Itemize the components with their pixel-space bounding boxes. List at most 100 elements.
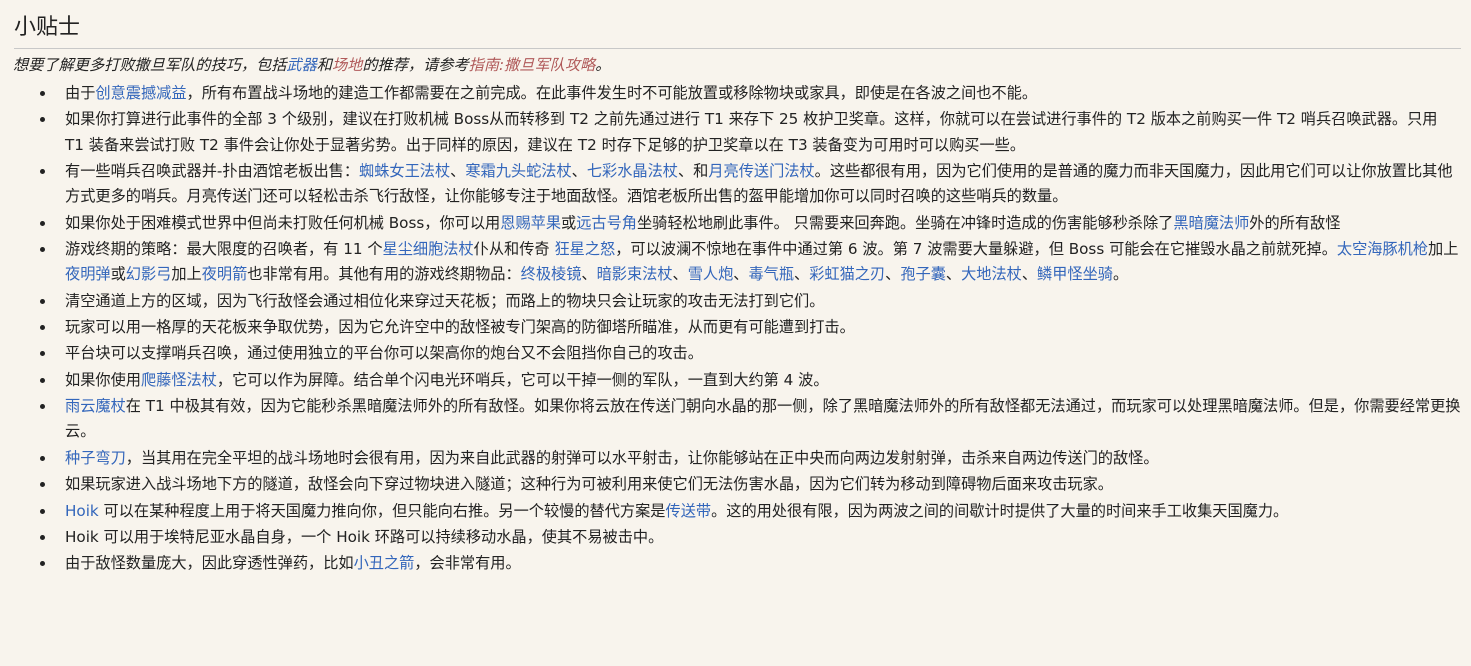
tip-link[interactable]: 恩赐苹果 [500, 214, 561, 232]
tip-item: 由于创意震撼减益，所有布置战斗场地的建造工作都需要在之前完成。在此事件发生时不可… [13, 81, 1461, 106]
hatnote-middle: 的推荐，请参考 [362, 56, 469, 74]
tip-text: 、 [1021, 265, 1037, 284]
tip-link[interactable]: 七彩水晶法杖 [587, 162, 678, 180]
tip-link[interactable]: 幻影弓 [126, 265, 172, 283]
tip-link[interactable]: 孢子囊 [900, 265, 946, 283]
tip-text: 加上 [171, 265, 202, 284]
tip-link[interactable]: 彩虹猫之刃 [809, 265, 885, 283]
tip-text: 由于敌怪数量庞大，因此穿透性弹药，比如 [65, 554, 354, 573]
tip-text: 可以在某种程度上用于将天国魔力推向你，但只能向右推。另一个较慢的替代方案是 [98, 501, 666, 520]
tip-text: 如果你使用 [65, 370, 141, 389]
tip-link[interactable]: 夜明弹 [65, 265, 111, 283]
tip-text: 平台块可以支撑哨兵召唤，通过使用独立的平台你可以架高你的炮台又不会阻挡你自己的攻… [65, 344, 703, 363]
bullet-icon [40, 534, 45, 540]
tip-text: 如果你打算进行此事件的全部 3 个级别，建议在打败机械 Boss从而转移到 T2… [65, 110, 1438, 154]
tip-text: ，它可以作为屏障。结合单个闪电光环哨兵，它可以干掉一侧的军队，一直到大约第 4 … [216, 370, 829, 389]
tip-link[interactable]: 远古号角 [576, 214, 637, 232]
tip-text: 有一些哨兵召唤武器并-扑由酒馆老板出售： [65, 161, 360, 180]
bullet-icon [40, 508, 45, 514]
hatnote: 想要了解更多打败撒旦军队的技巧，包括武器和场地的推荐，请参考指南:撒旦军队攻略。 [13, 53, 1461, 77]
tip-item: 清空通道上方的区域，因为飞行敌怪会通过相位化来穿过天花板；而路上的物块只会让玩家… [13, 289, 1461, 314]
bullet-icon [40, 324, 45, 330]
tip-link[interactable]: 星尘细胞法杖 [383, 240, 474, 258]
tip-text: 如果你处于困难模式世界中但尚未打败任何机械 Boss，你可以用 [65, 213, 501, 232]
tip-text: 由于 [65, 84, 96, 102]
tip-item: Hoik 可以用于埃特尼亚水晶自身，一个 Hoik 环路可以持续移动水晶，使其不… [13, 525, 1461, 550]
tip-item: Hoik 可以在某种程度上用于将天国魔力推向你，但只能向右推。另一个较慢的替代方… [13, 499, 1461, 524]
tip-text: ，当其用在完全平坦的战斗场地时会很有用，因为来自此武器的射弹可以水平射击，让你能… [125, 448, 1159, 467]
tip-text: Hoik 可以用于埃特尼亚水晶自身，一个 Hoik 环路可以持续移动水晶，使其不… [65, 527, 664, 546]
tip-item: 平台块可以支撑哨兵召唤，通过使用独立的平台你可以架高你的炮台又不会阻挡你自己的攻… [13, 341, 1461, 366]
tip-text: 外的所有敌怪 [1249, 213, 1341, 232]
tip-link[interactable]: 终极棱镜 [521, 265, 582, 283]
hatnote-suffix: 。 [595, 56, 611, 74]
tip-text: 、 [733, 265, 749, 284]
tip-item: 如果你打算进行此事件的全部 3 个级别，建议在打败机械 Boss从而转移到 T2… [13, 107, 1461, 157]
bullet-icon [40, 482, 45, 488]
tip-text: 、 [450, 161, 466, 180]
tip-link[interactable]: 小丑之箭 [354, 554, 415, 572]
tip-text: 清空通道上方的区域，因为飞行敌怪会通过相位化来穿过天花板；而路上的物块只会让玩家… [65, 291, 825, 310]
tip-link[interactable]: Hoik [65, 502, 99, 520]
weapons-link[interactable]: 武器 [286, 56, 316, 74]
tip-link[interactable]: 夜明箭 [202, 265, 248, 283]
tip-link[interactable]: 创意震撼减益 [95, 84, 186, 102]
tip-link[interactable]: 月亮传送门法杖 [708, 162, 814, 180]
tip-link[interactable]: 种子弯刀 [65, 449, 126, 467]
tip-link[interactable]: 大地法杖 [961, 265, 1022, 283]
tip-text: 游戏终期的策略：最大限度的召唤者，有 11 个 [65, 239, 383, 258]
tip-link[interactable]: 毒气瓶 [748, 265, 794, 283]
bullet-icon [40, 117, 45, 123]
tip-link[interactable]: 传送带 [666, 502, 712, 520]
article-content: 小贴士 想要了解更多打败撒旦军队的技巧，包括武器和场地的推荐，请参考指南:撒旦军… [0, 0, 1471, 576]
tip-item: 如果你使用爬藤怪法杖，它可以作为屏障。结合单个闪电光环哨兵，它可以干掉一侧的军队… [13, 368, 1461, 393]
bullet-icon [40, 377, 45, 383]
tip-link[interactable]: 爬藤怪法杖 [141, 371, 217, 389]
tip-link[interactable]: 雨云魔杖 [65, 397, 126, 415]
tip-link[interactable]: 太空海豚机枪 [1337, 240, 1428, 258]
tip-text: 仆从和传奇 [473, 239, 555, 258]
tip-text: 、 [885, 265, 901, 284]
bullet-icon [40, 220, 45, 226]
tip-link[interactable]: 雪人炮 [688, 265, 734, 283]
tip-text: 。这的用处很有限，因为两波之间的间歇计时提供了大量的时间来手工收集天国魔力。 [711, 501, 1289, 520]
tip-item: 如果你处于困难模式世界中但尚未打败任何机械 Boss，你可以用恩赐苹果或远古号角… [13, 211, 1461, 236]
tip-item: 如果玩家进入战斗场地下方的隧道，敌怪会向下穿过物块进入隧道；这种行为可被利用来使… [13, 472, 1461, 497]
section-heading: 小贴士 [14, 10, 1461, 49]
tip-text: ，所有布置战斗场地的建造工作都需要在之前完成。在此事件发生时不可能放置或移除物块… [186, 84, 1038, 102]
tip-text: 、 [672, 265, 688, 284]
tip-text: ，会非常有用。 [414, 554, 521, 573]
tip-text: 在 T1 中极其有效，因为它能秒杀黑暗魔法师外的所有敌怪。如果你将云放在传送门朝… [65, 397, 1461, 441]
tips-list: 由于创意震撼减益，所有布置战斗场地的建造工作都需要在之前完成。在此事件发生时不可… [13, 81, 1461, 576]
tip-text: 、和 [677, 161, 709, 180]
bullet-icon [40, 168, 45, 174]
tip-link[interactable]: 鳞甲怪坐骑 [1037, 265, 1113, 283]
tip-link[interactable]: 暗影束法杖 [597, 265, 673, 283]
tip-text: 坐骑轻松地刷此事件。 只需要来回奔跑。坐骑在冲锋时造成的伤害能够秒杀除了 [636, 213, 1174, 232]
tip-text: 加上 [1428, 239, 1459, 258]
tip-text: ，可以波澜不惊地在事件中通过第 6 波。第 7 波需要大量躲避，但 Boss 可… [615, 239, 1337, 258]
tip-text: 如果玩家进入战斗场地下方的隧道，敌怪会向下穿过物块进入隧道；这种行为可被利用来使… [65, 475, 1113, 494]
tip-text: 玩家可以用一格厚的天花板来争取优势，因为它允许空中的敌怪被专门架高的防御塔所瞄准… [65, 317, 855, 336]
tip-text: 、 [581, 265, 597, 284]
guide-link[interactable]: 指南:撒旦军队攻略 [469, 56, 596, 74]
tip-link[interactable]: 蜘蛛女王法杖 [359, 162, 450, 180]
tip-text: 也非常有用。其他有用的游戏终期物品： [247, 265, 521, 284]
tip-text: 、 [571, 161, 587, 180]
bullet-icon [40, 455, 45, 461]
tip-link[interactable]: 黑暗魔法师 [1173, 214, 1249, 232]
tip-item: 由于敌怪数量庞大，因此穿透性弹药，比如小丑之箭，会非常有用。 [13, 551, 1461, 576]
bullet-icon [40, 91, 45, 96]
bullet-icon [40, 298, 45, 304]
tip-item: 雨云魔杖在 T1 中极其有效，因为它能秒杀黑暗魔法师外的所有敌怪。如果你将云放在… [13, 394, 1461, 444]
tip-text: 或 [110, 265, 126, 284]
arenas-link[interactable]: 场地 [332, 56, 362, 74]
bullet-icon [40, 351, 45, 357]
tip-link[interactable]: 狂星之怒 [554, 240, 615, 258]
tip-text: 。 [1112, 265, 1129, 284]
bullet-icon [40, 404, 45, 410]
bullet-icon [40, 246, 45, 252]
tip-item: 游戏终期的策略：最大限度的召唤者，有 11 个星尘细胞法杖仆从和传奇 狂星之怒，… [13, 237, 1461, 287]
hatnote-prefix: 想要了解更多打败撒旦军队的技巧，包括 [13, 56, 287, 74]
tip-link[interactable]: 寒霜九头蛇法杖 [465, 162, 571, 180]
